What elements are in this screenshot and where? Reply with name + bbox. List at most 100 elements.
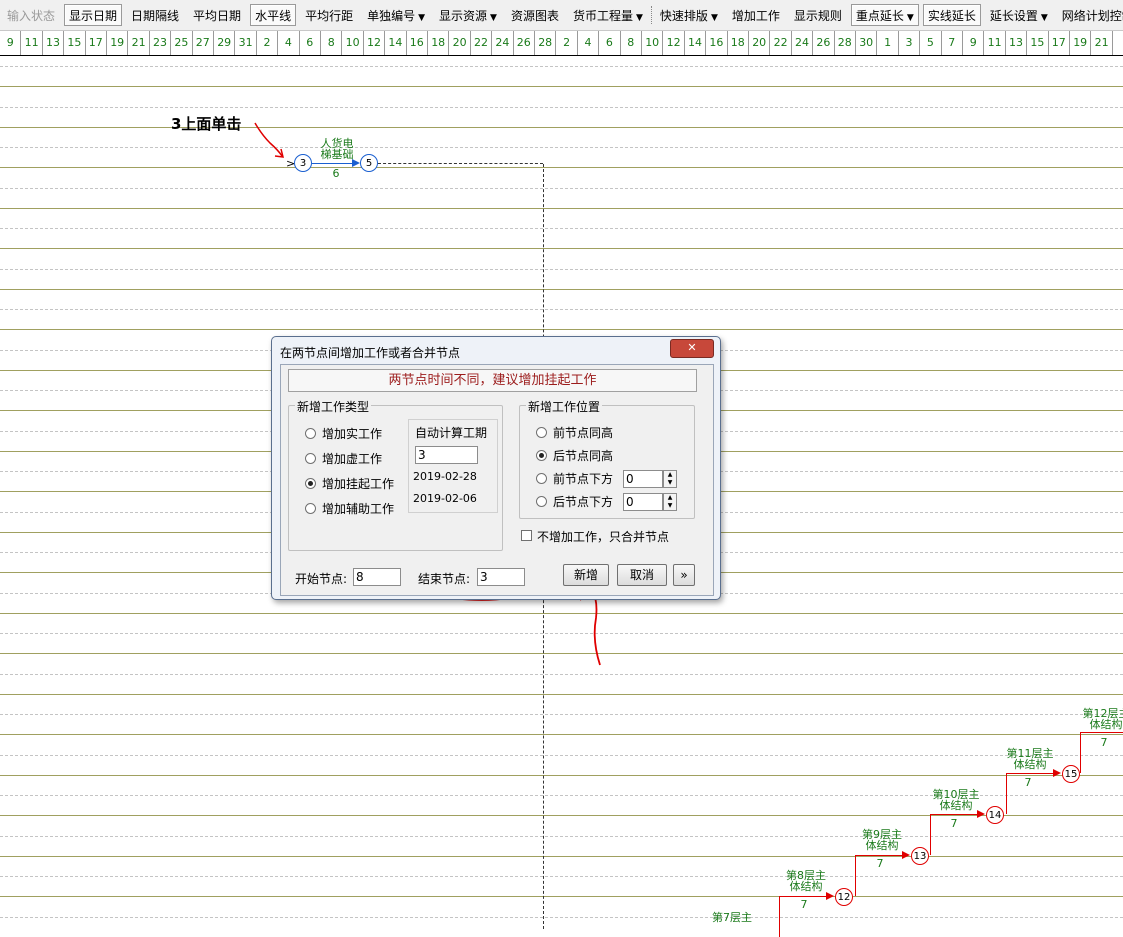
ruler-day: 22 xyxy=(770,31,792,55)
ruler-day: 23 xyxy=(150,31,172,55)
node-5[interactable]: 5 xyxy=(360,154,378,172)
ruler-day: 21 xyxy=(128,31,150,55)
chevron-down-icon[interactable]: ▼ xyxy=(418,13,425,23)
ruler-day: 1 xyxy=(877,31,899,55)
row-line xyxy=(0,86,1123,87)
radio-icon[interactable] xyxy=(536,496,547,507)
ruler-day: 20 xyxy=(449,31,471,55)
ruler-day: 31 xyxy=(235,31,257,55)
node-3[interactable]: 3 xyxy=(294,154,312,172)
radio-icon[interactable] xyxy=(305,428,316,439)
work-position-label: 前节点同高 xyxy=(553,426,614,440)
chevron-down-icon[interactable]: ▼ xyxy=(711,13,718,23)
row-line xyxy=(0,127,1123,128)
toolbar-button-12[interactable]: 显示规则 xyxy=(789,4,847,26)
ruler-day: 19 xyxy=(1070,31,1092,55)
floor-name-line2: 体结构 xyxy=(865,839,899,852)
start-node-input[interactable]: 8 xyxy=(353,568,401,586)
ruler-day: 2 xyxy=(556,31,578,55)
radio-icon[interactable] xyxy=(305,503,316,514)
toolbar-button-6[interactable]: 单独编号 ▼ xyxy=(362,4,430,26)
toolbar-button-13[interactable]: 重点延长 ▼ xyxy=(850,4,919,26)
close-button[interactable]: ✕ xyxy=(670,339,714,358)
critical-path-line xyxy=(779,896,831,897)
merge-only-label[interactable]: 不增加工作，只合并节点 xyxy=(537,528,669,545)
more-button[interactable]: » xyxy=(673,564,695,586)
ruler-day: 25 xyxy=(171,31,193,55)
toolbar-button-label: 显示资源 xyxy=(439,9,488,23)
floor-duration: 7 xyxy=(1100,736,1108,749)
row-line xyxy=(0,856,1123,857)
node-12[interactable]: 12 xyxy=(835,888,853,906)
floor-name-line2: 体结构 xyxy=(1089,718,1123,731)
ruler-day: 18 xyxy=(728,31,749,55)
toolbar-button-11[interactable]: 增加工作 xyxy=(727,4,785,26)
before-node-below-input[interactable]: 0 xyxy=(623,470,663,488)
toolbar-grip[interactable] xyxy=(650,6,652,24)
toolbar-button-15[interactable]: 延长设置 ▼ xyxy=(985,4,1053,26)
radio-icon[interactable] xyxy=(305,478,316,489)
toolbar-button-16[interactable]: 网络计划控制▼ xyxy=(1057,4,1123,26)
toolbar-button-7[interactable]: 显示资源 ▼ xyxy=(434,4,502,26)
toolbar-button-10[interactable]: 快速排版 ▼ xyxy=(655,4,723,26)
ruler-day: 12 xyxy=(663,31,685,55)
ruler-day: 17 xyxy=(1049,31,1070,55)
ruler-day: 4 xyxy=(578,31,600,55)
merge-only-checkbox[interactable] xyxy=(521,530,532,541)
toolbar-button-4[interactable]: 水平线 xyxy=(250,4,297,26)
dialog-title: 在两节点间增加工作或者合并节点 xyxy=(280,346,461,360)
chevron-down-icon[interactable]: ▼ xyxy=(907,13,914,23)
node-13[interactable]: 13 xyxy=(911,847,929,865)
ruler-day: 10 xyxy=(342,31,364,55)
dependency-dashed-line-top xyxy=(378,163,543,164)
node-14[interactable]: 14 xyxy=(986,806,1004,824)
toolbar-button-0[interactable]: 输入状态 xyxy=(2,4,60,26)
toolbar-button-3[interactable]: 平均日期 xyxy=(188,4,246,26)
toolbar-button-2[interactable]: 日期隔线 xyxy=(126,4,184,26)
work-position-label: 后节点同高 xyxy=(553,449,614,463)
row-line xyxy=(0,815,1123,816)
ruler-day: 13 xyxy=(43,31,65,55)
toolbar-button-label: 快速排版 xyxy=(659,9,708,23)
ruler-day: 15 xyxy=(1027,31,1049,55)
after-node-below-input[interactable]: 0 xyxy=(623,493,663,511)
work-position-option-1[interactable]: 后节点同高 xyxy=(536,447,613,464)
radio-icon[interactable] xyxy=(536,427,547,438)
work-position-option-0[interactable]: 前节点同高 xyxy=(536,424,613,441)
work-type-option-2[interactable]: 增加挂起工作 xyxy=(305,475,394,492)
row-dashed-line xyxy=(0,917,1123,918)
work-type-option-1[interactable]: 增加虚工作 xyxy=(305,450,382,467)
row-dashed-line xyxy=(0,228,1123,229)
toolbar-button-14[interactable]: 实线延长 xyxy=(922,4,981,26)
radio-icon[interactable] xyxy=(536,450,547,461)
toolbar-button-1[interactable]: 显示日期 xyxy=(64,4,123,26)
work-type-option-3[interactable]: 增加辅助工作 xyxy=(305,500,394,517)
end-node-input[interactable]: 3 xyxy=(477,568,525,586)
radio-icon[interactable] xyxy=(536,473,547,484)
toolbar-button-label: 显示日期 xyxy=(69,9,118,23)
after-node-below-spinner[interactable]: ▲ ▼ xyxy=(663,493,677,511)
hint-message: 两节点时间不同，建议增加挂起工作 xyxy=(288,369,697,392)
radio-icon[interactable] xyxy=(305,453,316,464)
work-position-option-2[interactable]: 前节点下方 xyxy=(536,470,613,487)
work-position-group: 新增工作位置 前节点同高 后节点同高 前节点下方 后节点下方 0 ▲ ▼ 0 ▲ ▼ xyxy=(519,398,695,519)
work-position-option-3[interactable]: 后节点下方 xyxy=(536,493,613,510)
toolbar-button-5[interactable]: 平均行距 xyxy=(300,4,358,26)
chevron-down-icon[interactable]: ▼ xyxy=(1041,13,1048,23)
work-type-option-0[interactable]: 增加实工作 xyxy=(305,425,382,442)
ruler-day: 9 xyxy=(0,31,22,55)
toolbar-button-8[interactable]: 资源图表 xyxy=(506,4,564,26)
add-button[interactable]: 新增 xyxy=(563,564,609,586)
toolbar-button-label: 平均日期 xyxy=(193,9,242,23)
chevron-down-icon[interactable]: ▼ xyxy=(636,13,643,23)
cancel-button[interactable]: 取消 xyxy=(617,564,667,586)
ruler-day: 24 xyxy=(492,31,514,55)
ruler-day: 6 xyxy=(599,31,621,55)
before-node-below-spinner[interactable]: ▲ ▼ xyxy=(663,470,677,488)
critical-path-rise xyxy=(930,814,931,855)
chevron-down-icon[interactable]: ▼ xyxy=(490,13,497,23)
floor-name-line2: 体结构 xyxy=(789,880,823,893)
toolbar-button-9[interactable]: 货币工程量 ▼ xyxy=(568,4,648,26)
start-node-label: 开始节点: xyxy=(295,572,348,586)
node-15[interactable]: 15 xyxy=(1062,765,1080,783)
